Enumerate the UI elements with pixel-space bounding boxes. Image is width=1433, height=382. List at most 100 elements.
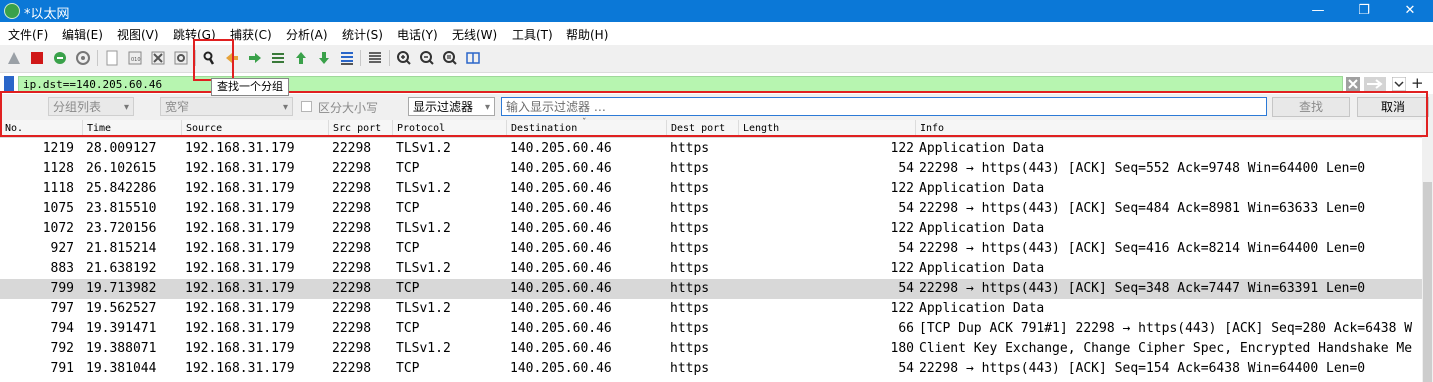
- packet-row[interactable]: 1118 25.842286 192.168.31.179 22298 TLSv1.2 1…: [0, 179, 1422, 199]
- close-file-icon[interactable]: [149, 49, 167, 67]
- cell-time: 28.009127: [86, 141, 157, 156]
- cell-time: 21.815214: [86, 241, 157, 256]
- cancel-button[interactable]: 取消: [1357, 97, 1429, 117]
- packet-row[interactable]: 927 21.815214 192.168.31.179 22298 TCP 140.20…: [0, 239, 1422, 259]
- reload-file-icon[interactable]: [172, 49, 190, 67]
- packet-row[interactable]: 797 19.562527 192.168.31.179 22298 TLSv1.2 14…: [0, 299, 1422, 319]
- capture-options-gear-icon[interactable]: [74, 49, 92, 67]
- column-time[interactable]: Time: [87, 123, 111, 134]
- search-scope-select[interactable]: 分组列表 ▾: [48, 97, 134, 116]
- go-last-packet-icon[interactable]: [315, 49, 333, 67]
- find-packet-bar: 分组列表 ▾ 宽窄 ▾ 区分大小写 显示过滤器 ▾ 输入显示过滤器 … 查找 取消: [0, 94, 1433, 120]
- save-file-icon[interactable]: 010: [126, 49, 144, 67]
- cell-sport: 22298: [332, 221, 372, 236]
- column-no[interactable]: No.: [5, 123, 23, 134]
- cell-no: 797: [50, 301, 74, 316]
- chevron-down-icon: ▾: [123, 102, 129, 113]
- close-window-button[interactable]: ✕: [1387, 0, 1433, 22]
- colorize-list-icon[interactable]: [366, 49, 384, 67]
- cell-dst: 140.205.60.46: [510, 141, 612, 156]
- cell-info: 22298 → https(443) [ACK] Seq=484 Ack=898…: [919, 201, 1366, 216]
- go-to-packet-icon[interactable]: [269, 49, 287, 67]
- cell-no: 799: [50, 281, 74, 296]
- cell-sport: 22298: [332, 341, 372, 356]
- stop-capture-icon[interactable]: [28, 49, 46, 67]
- auto-scroll-icon[interactable]: [338, 49, 356, 67]
- menu-tools[interactable]: 工具(T): [512, 26, 553, 43]
- clear-filter-icon[interactable]: [1346, 77, 1360, 91]
- cell-sport: 22298: [332, 181, 372, 196]
- cell-dport: https: [670, 141, 710, 156]
- menu-statistics[interactable]: 统计(S): [342, 26, 383, 43]
- cell-proto: TCP: [396, 281, 420, 296]
- cell-time: 19.381044: [86, 361, 157, 376]
- recent-filters-dropdown-icon[interactable]: [1392, 77, 1406, 91]
- filter-bookmark-icon[interactable]: [4, 76, 14, 92]
- menu-go[interactable]: 跳转(G): [173, 26, 216, 43]
- cell-dport: https: [670, 201, 710, 216]
- column-protocol[interactable]: Protocol: [397, 123, 445, 134]
- packet-row[interactable]: 883 21.638192 192.168.31.179 22298 TLSv1.2 14…: [0, 259, 1422, 279]
- cell-time: 25.842286: [86, 181, 157, 196]
- cell-len: 54: [898, 201, 914, 216]
- packet-row[interactable]: 799 19.713982 192.168.31.179 22298 TCP 140.20…: [0, 279, 1422, 299]
- cell-src: 192.168.31.179: [185, 161, 295, 176]
- find-button[interactable]: 查找: [1272, 97, 1350, 117]
- add-filter-button-icon[interactable]: +: [1411, 74, 1424, 92]
- menu-analyze[interactable]: 分析(A): [286, 26, 328, 43]
- column-length[interactable]: Length: [743, 123, 779, 134]
- column-dest-port[interactable]: Dest port: [671, 123, 725, 134]
- resize-columns-icon[interactable]: [464, 49, 482, 67]
- packet-row[interactable]: 794 19.391471 192.168.31.179 22298 TCP 140.20…: [0, 319, 1422, 339]
- zoom-out-icon[interactable]: [418, 49, 436, 67]
- cell-len: 54: [898, 361, 914, 376]
- packet-row[interactable]: 1219 28.009127 192.168.31.179 22298 TLSv1.2 1…: [0, 139, 1422, 159]
- menu-help[interactable]: 帮助(H): [566, 26, 608, 43]
- cell-sport: 22298: [332, 281, 372, 296]
- scrollbar-thumb[interactable]: [1423, 182, 1432, 382]
- cell-no: 1219: [42, 141, 74, 156]
- menu-edit[interactable]: 编辑(E): [62, 26, 103, 43]
- find-search-input[interactable]: 输入显示过滤器 …: [501, 97, 1267, 116]
- cell-dport: https: [670, 221, 710, 236]
- case-sensitive-checkbox[interactable]: [301, 101, 312, 112]
- vertical-scrollbar[interactable]: [1422, 120, 1433, 382]
- cell-src: 192.168.31.179: [185, 301, 295, 316]
- column-info[interactable]: Info: [920, 123, 944, 134]
- packet-row[interactable]: 791 19.381044 192.168.31.179 22298 TCP 140.20…: [0, 359, 1422, 379]
- menu-telephony[interactable]: 电话(Y): [397, 26, 438, 43]
- start-capture-icon[interactable]: [5, 49, 23, 67]
- cell-info: Client Key Exchange, Change Cipher Spec,…: [919, 341, 1413, 356]
- column-source[interactable]: Source: [186, 123, 222, 134]
- cell-proto: TLSv1.2: [396, 261, 451, 276]
- packet-row[interactable]: 1072 23.720156 192.168.31.179 22298 TLSv1.2 1…: [0, 219, 1422, 239]
- find-packet-search-icon[interactable]: [200, 49, 218, 67]
- apply-filter-arrow-icon[interactable]: [1364, 77, 1386, 91]
- cell-no: 1118: [42, 181, 74, 196]
- menu-view[interactable]: 视图(V): [117, 26, 159, 43]
- menu-bar: 文件(F) 编辑(E) 视图(V) 跳转(G) 捕获(C) 分析(A) 统计(S…: [0, 22, 1433, 45]
- open-file-icon[interactable]: [103, 49, 121, 67]
- packet-row[interactable]: 1128 26.102615 192.168.31.179 22298 TCP 140.2…: [0, 159, 1422, 179]
- cell-dst: 140.205.60.46: [510, 161, 612, 176]
- cell-info: Application Data: [919, 301, 1045, 316]
- go-back-arrow-icon[interactable]: [223, 49, 241, 67]
- go-first-packet-icon[interactable]: [292, 49, 310, 67]
- packet-row[interactable]: 792 19.388071 192.168.31.179 22298 TLSv1.2 14…: [0, 339, 1422, 359]
- column-destination[interactable]: Destination: [511, 123, 577, 134]
- packet-row[interactable]: 1075 23.815510 192.168.31.179 22298 TCP 140.2…: [0, 199, 1422, 219]
- menu-capture[interactable]: 捕获(C): [230, 26, 272, 43]
- charset-select[interactable]: 宽窄 ▾: [160, 97, 293, 116]
- zoom-normal-icon[interactable]: [441, 49, 459, 67]
- zoom-in-icon[interactable]: [395, 49, 413, 67]
- cell-src: 192.168.31.179: [185, 341, 295, 356]
- menu-file[interactable]: 文件(F): [8, 26, 48, 43]
- cell-len: 122: [890, 261, 914, 276]
- search-type-select[interactable]: 显示过滤器 ▾: [408, 97, 495, 116]
- column-src-port[interactable]: Src port: [333, 123, 381, 134]
- restart-capture-icon[interactable]: [51, 49, 69, 67]
- restore-button[interactable]: ❐: [1341, 0, 1387, 22]
- go-forward-arrow-icon[interactable]: [246, 49, 264, 67]
- minimize-button[interactable]: —: [1295, 0, 1341, 22]
- menu-wireless[interactable]: 无线(W): [452, 26, 497, 43]
